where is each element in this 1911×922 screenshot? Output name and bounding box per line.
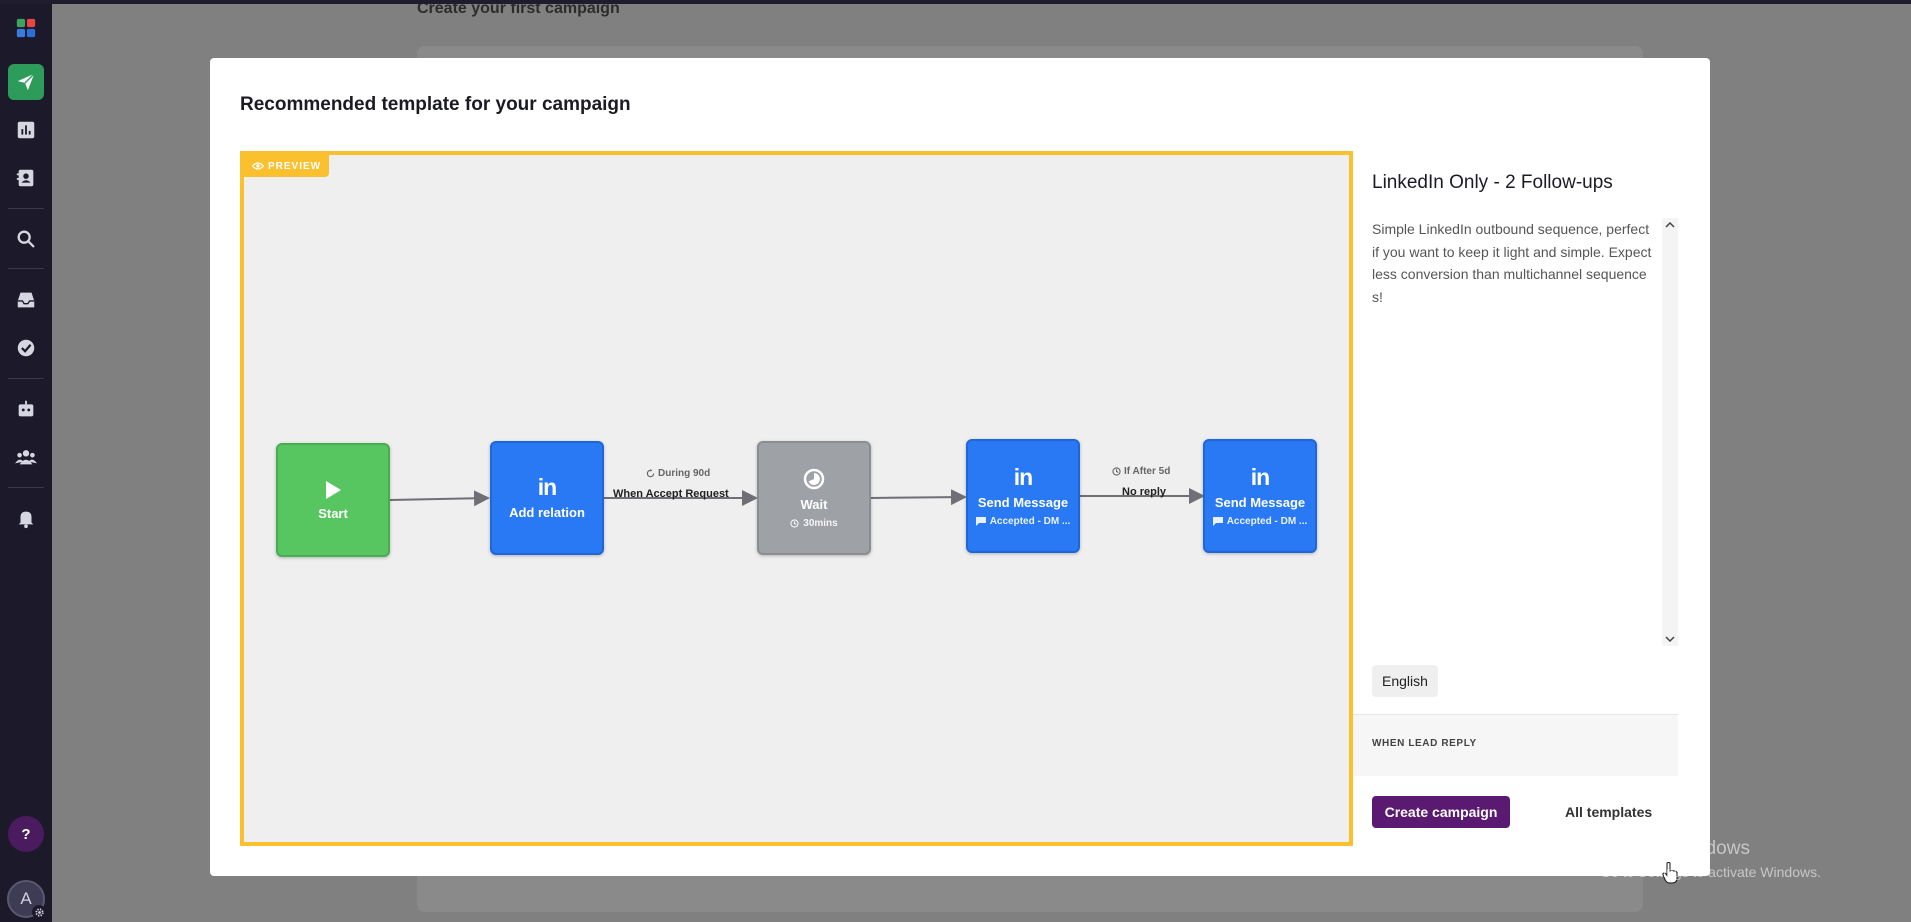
node-label: Start bbox=[318, 505, 348, 521]
node-label: Wait bbox=[800, 497, 828, 512]
clock-icon bbox=[790, 519, 799, 528]
flow-node-add-relation[interactable]: in Add relation bbox=[490, 441, 604, 555]
sidebar-item-tasks[interactable] bbox=[8, 330, 44, 366]
node-sublabel: Accepted - DM ... bbox=[1212, 516, 1307, 527]
template-description: Simple LinkedIn outbound sequence, perfe… bbox=[1372, 221, 1652, 305]
message-icon bbox=[975, 516, 986, 526]
node-label: Send Message bbox=[1214, 494, 1306, 510]
message-icon bbox=[1212, 516, 1223, 526]
bell-icon bbox=[18, 511, 34, 529]
flow-preview: PREVIEW Start in Add relation Wait 30min… bbox=[240, 151, 1353, 846]
all-templates-link[interactable]: All templates bbox=[1565, 796, 1652, 828]
inbox-icon bbox=[17, 292, 35, 308]
language-chip: English bbox=[1372, 665, 1438, 697]
sidebar-divider bbox=[8, 208, 44, 209]
when-lead-reply-section: WHEN LEAD REPLY bbox=[1353, 714, 1678, 776]
contacts-icon bbox=[16, 169, 34, 187]
chart-icon bbox=[17, 121, 35, 139]
watermark-line-1: Activate Windows bbox=[1600, 838, 1750, 859]
sidebar-item-team[interactable] bbox=[8, 439, 44, 475]
settings-gear-icon[interactable] bbox=[32, 905, 46, 919]
edge-wait-to-send-message-1 bbox=[869, 489, 967, 506]
node-sublabel: Accepted - DM ... bbox=[975, 516, 1070, 527]
sidebar-item-notifications[interactable] bbox=[8, 500, 44, 536]
watermark-line-2: Go to Settings to activate Windows. bbox=[1600, 864, 1821, 880]
edge-condition: During 90d bbox=[646, 468, 710, 479]
check-circle-icon bbox=[17, 339, 35, 357]
edge-label: When Accept Request bbox=[613, 488, 729, 500]
clock-icon bbox=[1112, 467, 1121, 476]
flow-node-send-message-1[interactable]: in Send Message Accepted - DM ... bbox=[966, 439, 1080, 553]
node-label: Send Message bbox=[977, 494, 1069, 510]
scroll-up-icon[interactable] bbox=[1662, 218, 1678, 232]
app-logo-icon[interactable] bbox=[8, 10, 44, 46]
sidebar-item-contacts[interactable] bbox=[8, 160, 44, 196]
template-description-box: Simple LinkedIn outbound sequence, perfe… bbox=[1372, 218, 1670, 646]
search-icon bbox=[17, 230, 35, 248]
flow-node-start[interactable]: Start bbox=[276, 443, 390, 557]
sidebar-divider bbox=[8, 487, 44, 488]
sidebar-item-search[interactable] bbox=[8, 221, 44, 257]
linkedin-icon: in bbox=[1013, 463, 1033, 490]
sidebar-item-analytics[interactable] bbox=[8, 112, 44, 148]
refresh-icon bbox=[646, 469, 655, 478]
linkedin-icon: in bbox=[1250, 463, 1270, 490]
template-name: LinkedIn Only - 2 Follow-ups bbox=[1372, 172, 1613, 193]
when-lead-reply-heading: WHEN LEAD REPLY bbox=[1372, 738, 1477, 749]
template-modal: Recommended template for your campaign P… bbox=[210, 58, 1710, 884]
sidebar-item-inbox[interactable] bbox=[8, 282, 44, 318]
create-campaign-button[interactable]: Create campaign bbox=[1372, 796, 1510, 828]
help-button[interactable]: ? bbox=[8, 816, 44, 852]
top-strip bbox=[0, 0, 1911, 4]
sidebar: ? A bbox=[0, 0, 52, 922]
node-sublabel: 30mins bbox=[790, 518, 838, 529]
edge-condition: If After 5d bbox=[1112, 466, 1170, 477]
flow-node-wait[interactable]: Wait 30mins bbox=[757, 441, 871, 555]
robot-icon bbox=[18, 400, 34, 417]
scroll-down-icon[interactable] bbox=[1662, 632, 1678, 646]
team-icon bbox=[15, 450, 37, 465]
edge-start-to-add-relation bbox=[389, 490, 490, 507]
play-icon bbox=[326, 480, 341, 499]
sidebar-divider bbox=[8, 378, 44, 379]
sidebar-divider bbox=[8, 268, 44, 269]
send-icon bbox=[17, 73, 35, 91]
description-scrollbar[interactable] bbox=[1662, 218, 1678, 646]
timer-icon bbox=[803, 468, 825, 490]
sidebar-item-campaigns[interactable] bbox=[8, 64, 44, 100]
linkedin-icon: in bbox=[537, 474, 557, 500]
node-label: Add relation bbox=[509, 505, 585, 520]
os-activation-watermark: Activate Windows Go to Settings to activ… bbox=[1600, 838, 1821, 880]
edge-label: No reply bbox=[1122, 486, 1167, 498]
flow-node-send-message-2[interactable]: in Send Message Accepted - DM ... bbox=[1203, 439, 1317, 553]
sidebar-item-automation[interactable] bbox=[8, 391, 44, 427]
modal-title: Recommended template for your campaign bbox=[240, 94, 631, 115]
